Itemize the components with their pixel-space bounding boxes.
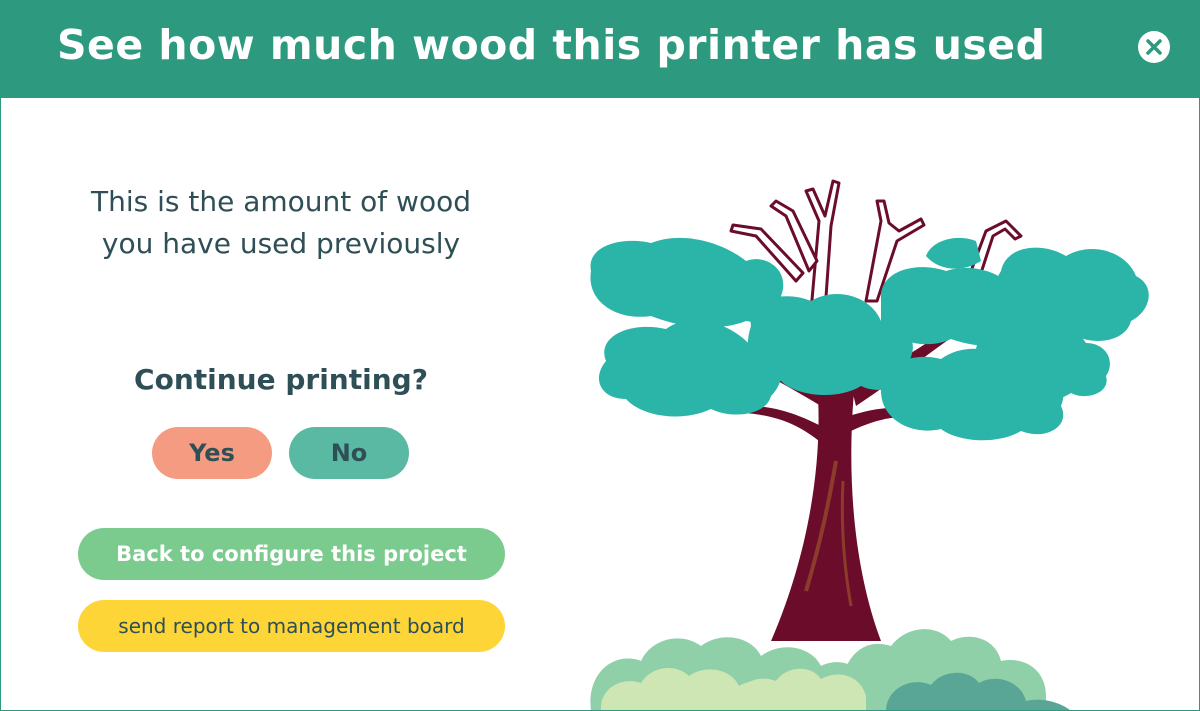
close-icon (1146, 39, 1162, 55)
send-report-button[interactable]: send report to management board (78, 600, 505, 652)
dialog-window: See how much wood this printer has used … (0, 0, 1200, 711)
back-to-configure-button[interactable]: Back to configure this project (78, 528, 505, 580)
tree-foliage (590, 237, 1149, 441)
yes-button[interactable]: Yes (152, 427, 272, 479)
tree-illustration (590, 179, 1149, 710)
bushes (590, 629, 1070, 710)
close-button[interactable] (1138, 31, 1170, 63)
dialog-title: See how much wood this printer has used (57, 21, 1046, 69)
continue-question: Continue printing? (134, 363, 428, 396)
no-button[interactable]: No (289, 427, 409, 479)
dialog-header: See how much wood this printer has used (1, 1, 1199, 98)
wood-usage-message: This is the amount of wood you have used… (91, 185, 471, 260)
